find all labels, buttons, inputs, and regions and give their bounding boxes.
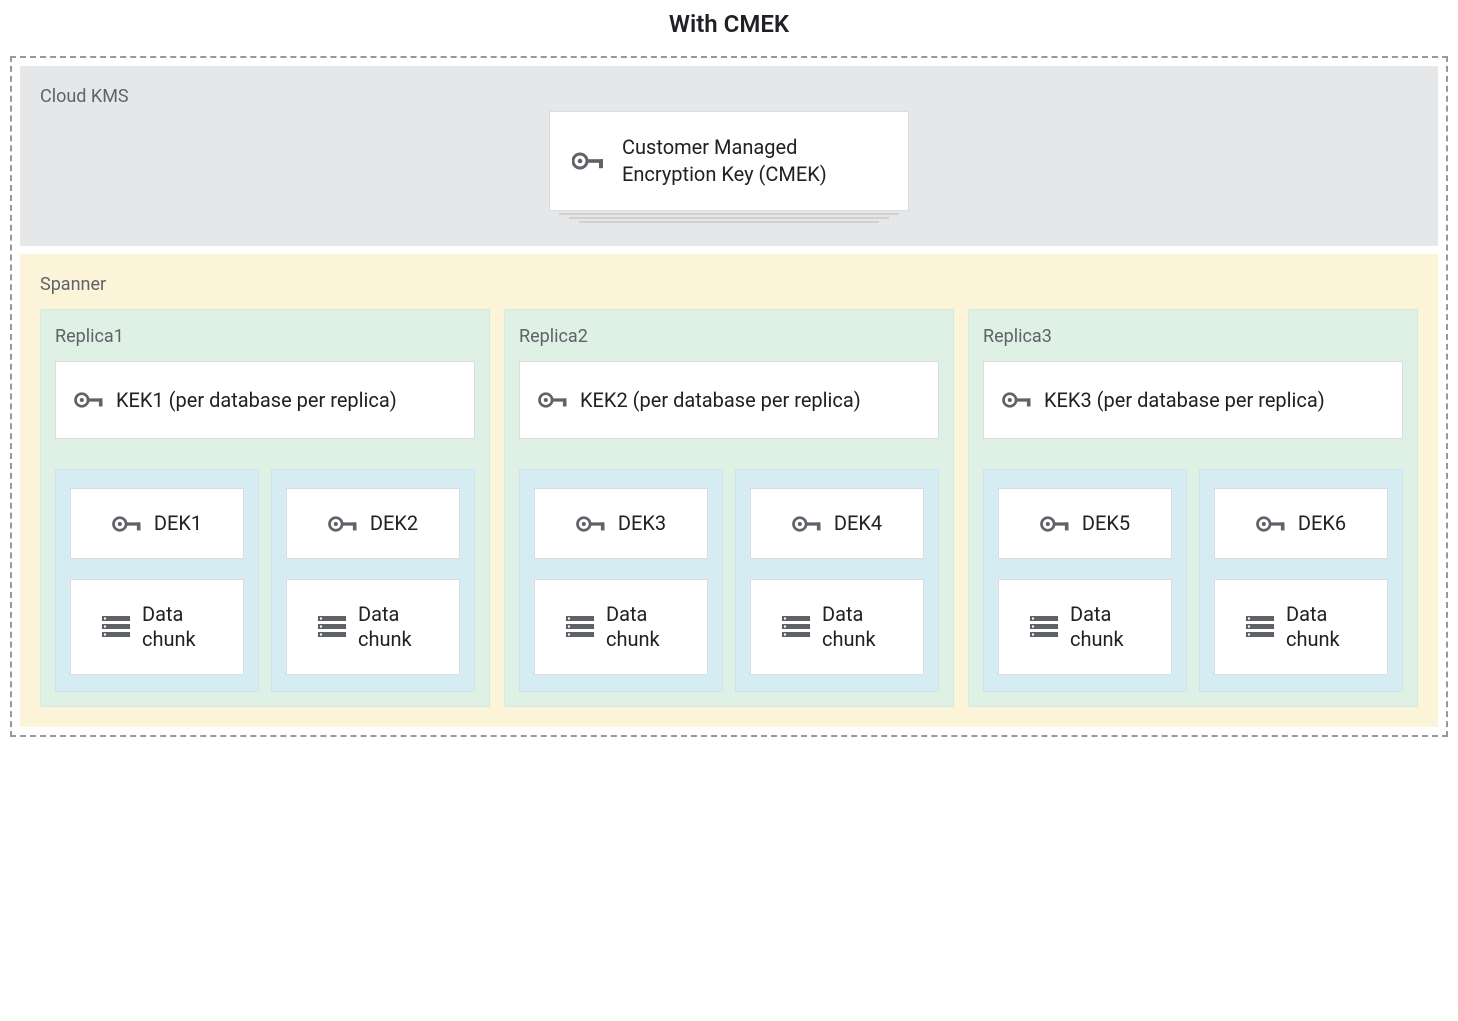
chunk-text: Data chunk: [358, 602, 428, 652]
dek-text: DEK2: [370, 511, 418, 536]
spanner-label: Spanner: [40, 274, 1418, 295]
dek-card: DEK4: [750, 488, 924, 559]
key-icon: [1040, 515, 1070, 533]
cmek-text: Customer Managed Encryption Key (CMEK): [622, 134, 886, 188]
replica-label: Replica2: [519, 326, 939, 347]
key-icon: [1256, 515, 1286, 533]
kek-text: KEK2 (per database per replica): [580, 388, 861, 412]
replica-1: Replica1 KEK1 (per database per replica): [40, 309, 490, 707]
kek-card: KEK2 (per database per replica): [519, 361, 939, 439]
dek-group: DEK1 Data chunk: [55, 469, 259, 692]
chunk-text: Data chunk: [142, 602, 212, 652]
dek-group: DEK5 Data chunk: [983, 469, 1187, 692]
diagram-title: With CMEK: [10, 10, 1448, 38]
spanner-box: Spanner Replica1 KEK1 (per database per …: [20, 254, 1438, 727]
data-chunk-card: Data chunk: [750, 579, 924, 675]
cmek-card-wrap: Customer Managed Encryption Key (CMEK): [40, 111, 1418, 223]
dek-text: DEK6: [1298, 511, 1346, 536]
dek-group: DEK2 Data chunk: [271, 469, 475, 692]
key-icon: [792, 515, 822, 533]
replica-label: Replica3: [983, 326, 1403, 347]
dek-card: DEK5: [998, 488, 1172, 559]
chunk-text: Data chunk: [822, 602, 892, 652]
dek-card: DEK3: [534, 488, 708, 559]
key-icon: [112, 515, 142, 533]
key-icon: [576, 515, 606, 533]
dek-text: DEK5: [1082, 511, 1130, 536]
chunk-text: Data chunk: [1286, 602, 1356, 652]
replicas-row: Replica1 KEK1 (per database per replica): [40, 309, 1418, 707]
data-icon: [1246, 616, 1274, 638]
dek-card: DEK6: [1214, 488, 1388, 559]
kek-text: KEK3 (per database per replica): [1044, 388, 1325, 412]
dek-row: DEK5 Data chunk: [983, 469, 1403, 692]
dek-card: DEK1: [70, 488, 244, 559]
dek-row: DEK1 Data chunk: [55, 469, 475, 692]
stack-line: [569, 217, 889, 219]
dek-group: DEK4 Data chunk: [735, 469, 939, 692]
key-icon: [1002, 391, 1032, 409]
stack-line: [579, 221, 879, 223]
data-chunk-card: Data chunk: [998, 579, 1172, 675]
data-icon: [102, 616, 130, 638]
kek-text: KEK1 (per database per replica): [116, 388, 397, 412]
replica-label: Replica1: [55, 326, 475, 347]
replica-3: Replica3 KEK3 (per database per replica): [968, 309, 1418, 707]
data-icon: [566, 616, 594, 638]
data-chunk-card: Data chunk: [1214, 579, 1388, 675]
data-icon: [1030, 616, 1058, 638]
key-icon: [572, 151, 604, 171]
dek-text: DEK1: [154, 511, 202, 536]
chunk-text: Data chunk: [1070, 602, 1140, 652]
key-icon: [538, 391, 568, 409]
key-icon: [74, 391, 104, 409]
outer-container: Cloud KMS Customer Managed Encryption Ke…: [10, 56, 1448, 737]
dek-group: DEK6 Data chunk: [1199, 469, 1403, 692]
dek-group: DEK3 Data chunk: [519, 469, 723, 692]
dek-card: DEK2: [286, 488, 460, 559]
data-chunk-card: Data chunk: [534, 579, 708, 675]
kek-card: KEK3 (per database per replica): [983, 361, 1403, 439]
kek-card: KEK1 (per database per replica): [55, 361, 475, 439]
dek-row: DEK3 Data chunk: [519, 469, 939, 692]
data-icon: [318, 616, 346, 638]
replica-2: Replica2 KEK2 (per database per replica): [504, 309, 954, 707]
cloud-kms-label: Cloud KMS: [40, 86, 1418, 107]
key-icon: [328, 515, 358, 533]
data-chunk-card: Data chunk: [286, 579, 460, 675]
data-icon: [782, 616, 810, 638]
dek-text: DEK3: [618, 511, 666, 536]
chunk-text: Data chunk: [606, 602, 676, 652]
dek-text: DEK4: [834, 511, 882, 536]
cmek-card: Customer Managed Encryption Key (CMEK): [549, 111, 909, 211]
data-chunk-card: Data chunk: [70, 579, 244, 675]
cloud-kms-box: Cloud KMS Customer Managed Encryption Ke…: [20, 66, 1438, 246]
stack-line: [559, 213, 899, 215]
